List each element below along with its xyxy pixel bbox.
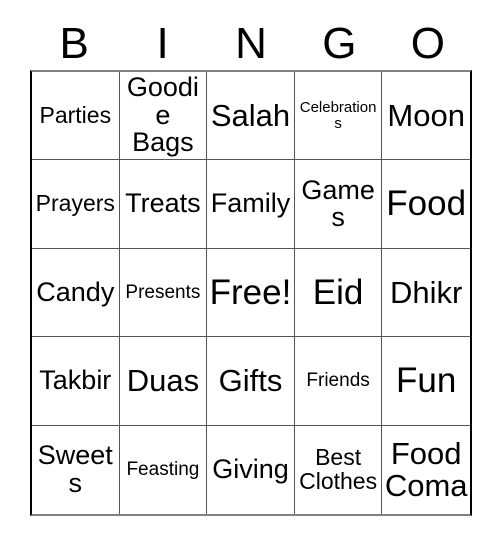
bingo-cell-label: Free!: [209, 272, 292, 312]
bingo-cell-label: Eid: [312, 272, 364, 312]
bingo-cell-label: Dhikr: [390, 274, 463, 310]
bingo-cell-r5c1[interactable]: Sweets: [32, 425, 120, 514]
bingo-cell-label: Family: [210, 188, 291, 219]
bingo-cell-label: Food: [386, 184, 467, 224]
bingo-cell-r4c5[interactable]: Fun: [382, 337, 470, 426]
bingo-header-letter-i: I: [156, 19, 169, 68]
bingo-cell-label: Duas: [126, 363, 200, 399]
bingo-header-letter-b: B: [59, 19, 89, 68]
bingo-cell-label: Goodie Bags: [126, 72, 199, 158]
bingo-cell-r2c3[interactable]: Family: [207, 160, 295, 249]
bingo-cell-r2c2[interactable]: Treats: [119, 160, 208, 249]
bingo-cell-label: Salah: [210, 97, 291, 133]
bingo-cell-label: Gifts: [218, 363, 283, 399]
bingo-cell-r4c3[interactable]: Gifts: [207, 337, 295, 426]
bingo-cell-r3c2[interactable]: Presents: [119, 248, 208, 338]
bingo-cell-r5c5[interactable]: Food Coma: [382, 425, 470, 514]
bingo-card: B I N G O Parties Goodie Bags Salah Celebra…: [0, 0, 500, 544]
bingo-header-letter-n: N: [235, 19, 267, 68]
bingo-cell-r4c1[interactable]: Takbir: [32, 337, 120, 426]
bingo-cell-label: Friends: [306, 370, 370, 392]
bingo-grid: Parties Goodie Bags Salah Celebrations Moon P…: [30, 70, 472, 516]
bingo-cell-r3c3[interactable]: Free!: [207, 248, 295, 338]
bingo-cell-r1c5[interactable]: Moon: [382, 72, 470, 161]
bingo-cell-label: Celebrations: [299, 99, 377, 132]
bingo-cell-r2c4[interactable]: Games: [294, 160, 383, 249]
bingo-header-row: B I N G O: [30, 18, 472, 70]
bingo-cell-r5c3[interactable]: Giving: [207, 425, 295, 514]
bingo-header-letter-o: O: [410, 19, 445, 68]
bingo-cell-label: Candy: [36, 276, 115, 307]
bingo-cell-r4c4[interactable]: Friends: [294, 337, 383, 426]
bingo-cell-r1c2[interactable]: Goodie Bags: [119, 72, 208, 161]
bingo-cell-r3c4[interactable]: Eid: [294, 248, 383, 338]
bingo-header-letter-g: G: [322, 19, 357, 68]
bingo-cell-label: Parties: [39, 101, 112, 128]
bingo-cell-label: Games: [301, 174, 375, 233]
bingo-cell-label: Moon: [387, 97, 465, 133]
bingo-cell-r5c4[interactable]: Best Clothes: [294, 425, 383, 514]
bingo-cell-r1c1[interactable]: Parties: [32, 72, 120, 161]
bingo-cell-r3c5[interactable]: Dhikr: [382, 248, 470, 338]
bingo-cell-r5c2[interactable]: Feasting: [119, 425, 208, 514]
bingo-cell-label: Presents: [125, 281, 201, 303]
bingo-cell-r3c1[interactable]: Candy: [32, 248, 120, 338]
bingo-cell-label: Prayers: [35, 190, 115, 217]
bingo-cell-r1c4[interactable]: Celebrations: [294, 72, 383, 161]
bingo-cell-label: Takbir: [39, 365, 112, 396]
bingo-cell-r4c2[interactable]: Duas: [119, 337, 208, 426]
bingo-cell-r2c5[interactable]: Food: [382, 160, 470, 249]
bingo-cell-label: Food Coma: [384, 436, 468, 503]
bingo-cell-label: Fun: [396, 361, 457, 401]
bingo-cell-label: Feasting: [126, 459, 200, 481]
bingo-cell-label: Sweets: [37, 440, 113, 498]
bingo-cell-r2c1[interactable]: Prayers: [32, 160, 120, 249]
bingo-cell-label: Giving: [212, 454, 289, 485]
bingo-cell-r1c3[interactable]: Salah: [207, 72, 295, 161]
bingo-cell-label: Treats: [125, 188, 201, 219]
bingo-cell-label: Best Clothes: [299, 444, 378, 494]
